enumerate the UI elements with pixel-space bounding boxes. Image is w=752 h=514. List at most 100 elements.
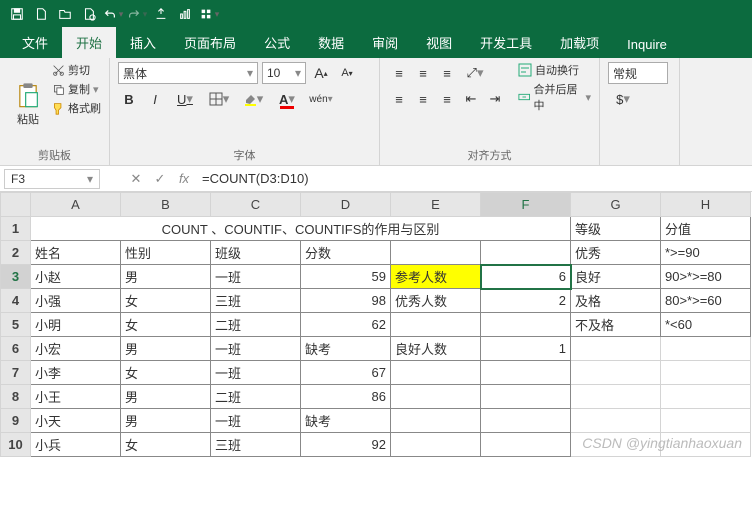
bold-button[interactable]: B [118, 88, 140, 110]
open-icon[interactable] [54, 3, 76, 25]
spreadsheet-grid[interactable]: ABCDEFGH1COUNT 、COUNTIF、COUNTIFS的作用与区别等级… [0, 192, 752, 457]
cell-G4[interactable]: 及格 [571, 289, 661, 313]
format-painter-button[interactable]: 格式刷 [52, 100, 101, 116]
fx-icon[interactable]: fx [172, 167, 196, 191]
col-head-C[interactable]: C [211, 193, 301, 217]
col-head-H[interactable]: H [661, 193, 751, 217]
cell-B2[interactable]: 性别 [121, 241, 211, 265]
tab-data[interactable]: 数据 [304, 27, 358, 58]
tab-file[interactable]: 文件 [8, 27, 62, 58]
cell-F9[interactable] [481, 409, 571, 433]
cell-B6[interactable]: 男 [121, 337, 211, 361]
paste-button[interactable]: 粘贴 [8, 62, 48, 145]
row-head-4[interactable]: 4 [1, 289, 31, 313]
select-all-corner[interactable] [1, 193, 31, 217]
cell-B9[interactable]: 男 [121, 409, 211, 433]
cell-A5[interactable]: 小明 [31, 313, 121, 337]
undo-icon[interactable] [102, 3, 124, 25]
cell-E3[interactable]: 参考人数 [391, 265, 481, 289]
increase-indent-icon[interactable]: ⇥ [484, 88, 506, 110]
cell-A6[interactable]: 小宏 [31, 337, 121, 361]
align-center-icon[interactable]: ≡ [412, 88, 434, 110]
cell-A3[interactable]: 小赵 [31, 265, 121, 289]
enter-icon[interactable]: ✓ [148, 167, 172, 191]
tab-review[interactable]: 审阅 [358, 27, 412, 58]
formula-input[interactable]: =COUNT(D3:D10) [196, 169, 752, 188]
col-head-E[interactable]: E [391, 193, 481, 217]
name-box[interactable]: F3▾ [4, 169, 100, 189]
cell-H3[interactable]: 90>*>=80 [661, 265, 751, 289]
cell-A9[interactable]: 小天 [31, 409, 121, 433]
cell-title[interactable]: COUNT 、COUNTIF、COUNTIFS的作用与区别 [31, 217, 571, 241]
orientation-icon[interactable]: ⤢ ▾ [460, 62, 490, 84]
cell-G10[interactable] [571, 433, 661, 457]
row-head-3[interactable]: 3 [1, 265, 31, 289]
cell-D7[interactable]: 67 [301, 361, 391, 385]
cell-F8[interactable] [481, 385, 571, 409]
cell-C3[interactable]: 一班 [211, 265, 301, 289]
cell-G2[interactable]: 优秀 [571, 241, 661, 265]
cell-E7[interactable] [391, 361, 481, 385]
chart-icon[interactable] [174, 3, 196, 25]
cell-B5[interactable]: 女 [121, 313, 211, 337]
cell-F5[interactable] [481, 313, 571, 337]
font-size-select[interactable]: 10▾ [262, 62, 306, 84]
cell-D10[interactable]: 92 [301, 433, 391, 457]
cell-D4[interactable]: 98 [301, 289, 391, 313]
cell-H8[interactable] [661, 385, 751, 409]
cell-C8[interactable]: 二班 [211, 385, 301, 409]
tab-view[interactable]: 视图 [412, 27, 466, 58]
cell-H1[interactable]: 分值 [661, 217, 751, 241]
cell-A7[interactable]: 小李 [31, 361, 121, 385]
tab-layout[interactable]: 页面布局 [170, 27, 250, 58]
align-right-icon[interactable]: ≡ [436, 88, 458, 110]
decrease-font-icon[interactable]: A▾ [336, 62, 358, 84]
align-middle-icon[interactable]: ≡ [412, 62, 434, 84]
cell-F6[interactable]: 1 [481, 337, 571, 361]
cell-F10[interactable] [481, 433, 571, 457]
cell-G8[interactable] [571, 385, 661, 409]
col-head-D[interactable]: D [301, 193, 391, 217]
cell-D3[interactable]: 59 [301, 265, 391, 289]
cell-H5[interactable]: *<60 [661, 313, 751, 337]
cell-E8[interactable] [391, 385, 481, 409]
italic-button[interactable]: I [144, 88, 166, 110]
cell-H7[interactable] [661, 361, 751, 385]
cell-C9[interactable]: 一班 [211, 409, 301, 433]
cell-D8[interactable]: 86 [301, 385, 391, 409]
tab-home[interactable]: 开始 [62, 27, 116, 58]
new-icon[interactable] [30, 3, 52, 25]
cell-C7[interactable]: 一班 [211, 361, 301, 385]
col-head-F[interactable]: F [481, 193, 571, 217]
align-left-icon[interactable]: ≡ [388, 88, 410, 110]
col-head-A[interactable]: A [31, 193, 121, 217]
touch-mode-icon[interactable] [150, 3, 172, 25]
cell-H4[interactable]: 80>*>=60 [661, 289, 751, 313]
cell-E10[interactable] [391, 433, 481, 457]
phonetic-button[interactable]: wén ▾ [306, 88, 336, 110]
cell-H10[interactable] [661, 433, 751, 457]
cell-H2[interactable]: *>=90 [661, 241, 751, 265]
cell-A2[interactable]: 姓名 [31, 241, 121, 265]
align-top-icon[interactable]: ≡ [388, 62, 410, 84]
currency-icon[interactable]: $ ▾ [608, 88, 638, 110]
cell-B3[interactable]: 男 [121, 265, 211, 289]
cell-C6[interactable]: 一班 [211, 337, 301, 361]
row-head-1[interactable]: 1 [1, 217, 31, 241]
tab-insert[interactable]: 插入 [116, 27, 170, 58]
cell-F3[interactable]: 6 [481, 265, 571, 289]
merge-center-button[interactable]: 合并后居中 ▾ [518, 81, 591, 113]
cell-G7[interactable] [571, 361, 661, 385]
font-color-button[interactable]: A ▾ [272, 88, 302, 110]
row-head-5[interactable]: 5 [1, 313, 31, 337]
copy-button[interactable]: 复制▾ [52, 81, 101, 97]
cell-D9[interactable]: 缺考 [301, 409, 391, 433]
borders-button[interactable]: ▾ [204, 88, 234, 110]
cell-B8[interactable]: 男 [121, 385, 211, 409]
fill-color-button[interactable]: ▾ [238, 88, 268, 110]
cell-E9[interactable] [391, 409, 481, 433]
quick-print-icon[interactable] [78, 3, 100, 25]
wrap-text-button[interactable]: 自动换行 [518, 62, 591, 78]
cell-D5[interactable]: 62 [301, 313, 391, 337]
cell-C10[interactable]: 三班 [211, 433, 301, 457]
